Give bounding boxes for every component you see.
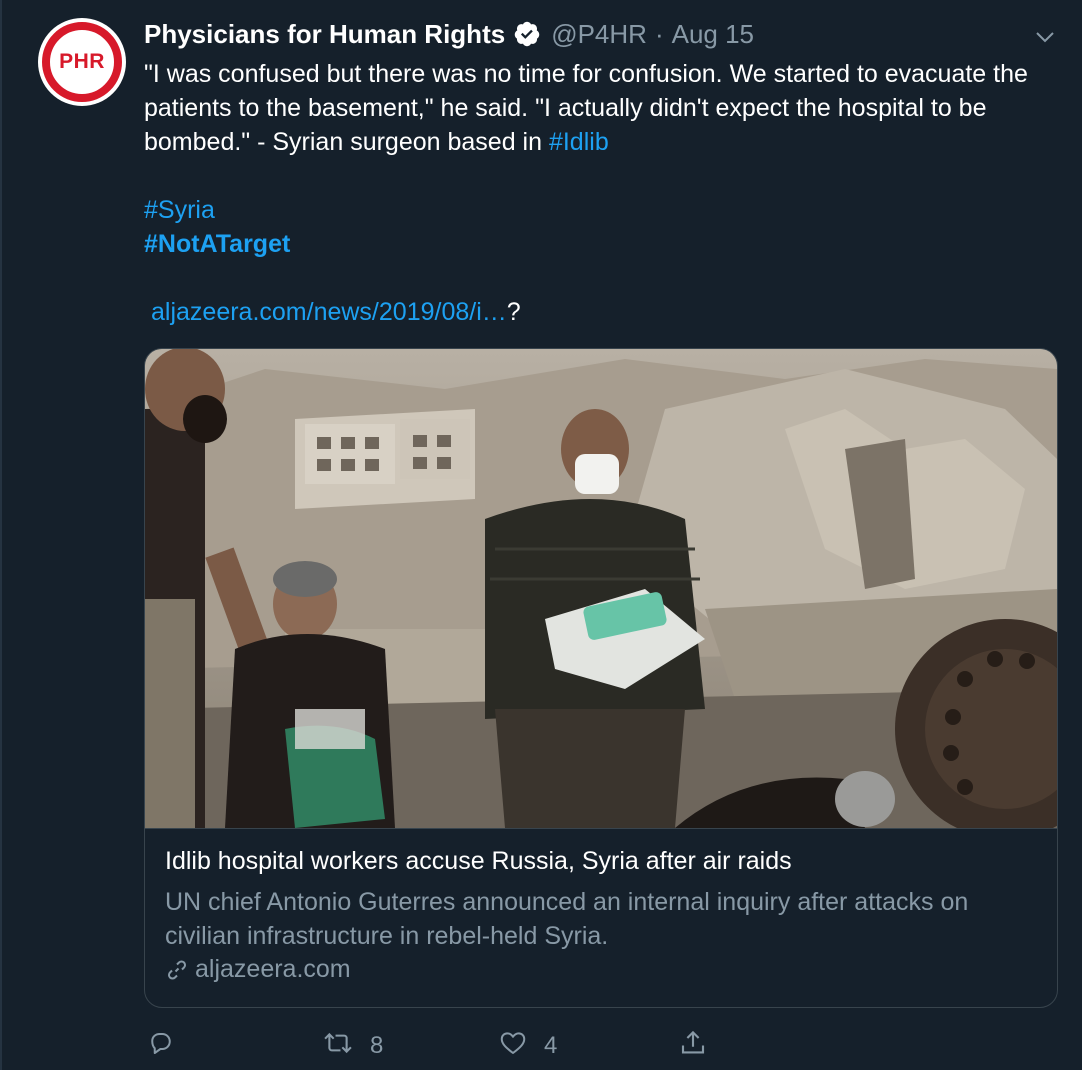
avatar[interactable]: PHR (38, 18, 126, 106)
like-button[interactable]: 4 (498, 1028, 557, 1064)
hashtag-idlib[interactable]: #Idlib (549, 128, 609, 156)
card-domain: aljazeera.com (165, 955, 351, 984)
card-title: Idlib hospital workers accuse Russia, Sy… (165, 847, 792, 875)
hashtag-syria[interactable]: #Syria (144, 196, 215, 224)
retweet-icon (322, 1028, 354, 1065)
timeline-divider (0, 0, 2, 1070)
retweet-count: 8 (370, 1032, 384, 1059)
tweet-header: Physicians for Human Rights @P4HR · Aug … (144, 16, 754, 52)
share-button[interactable] (678, 1028, 708, 1064)
hashtag-notatarget[interactable]: #NotATarget (144, 230, 290, 258)
hashtag-line: #NotATarget (144, 227, 1064, 261)
card-image[interactable] (145, 349, 1057, 829)
link-preview-card[interactable]: Idlib hospital workers accuse Russia, Sy… (144, 348, 1058, 1008)
link-icon (165, 958, 189, 982)
article-url-link[interactable]: aljazeera.com/news/2019/08/i… (151, 298, 507, 326)
tweet-text: "I was confused but there was no time fo… (144, 57, 1064, 329)
tweet-actions: 8 4 (0, 1028, 1082, 1064)
retweet-button[interactable]: 8 (322, 1028, 383, 1064)
reply-button[interactable] (146, 1028, 192, 1064)
verified-badge-icon (513, 20, 541, 48)
chevron-down-icon[interactable] (1030, 22, 1060, 52)
url-suffix: ? (506, 298, 521, 326)
display-name[interactable]: Physicians for Human Rights (144, 19, 505, 50)
tweet-date[interactable]: Aug 15 (672, 19, 754, 50)
share-icon (678, 1028, 708, 1065)
card-domain-text: aljazeera.com (195, 955, 351, 983)
user-handle[interactable]: @P4HR (551, 19, 647, 50)
hashtag-line: #Syria (144, 193, 1064, 227)
like-icon (498, 1028, 528, 1065)
url-line: aljazeera.com/news/2019/08/i…? (144, 295, 1064, 329)
tweet[interactable]: PHR Physicians for Human Rights @P4HR · … (0, 0, 1082, 1070)
header-separator: · (654, 18, 664, 49)
avatar-logo-text: PHR (59, 50, 105, 73)
avatar-logo: PHR (42, 22, 122, 102)
tweet-quote-paragraph: "I was confused but there was no time fo… (144, 57, 1064, 159)
like-count: 4 (544, 1032, 558, 1059)
card-description: UN chief Antonio Guterres announced an i… (165, 888, 969, 950)
reply-icon (146, 1028, 176, 1065)
